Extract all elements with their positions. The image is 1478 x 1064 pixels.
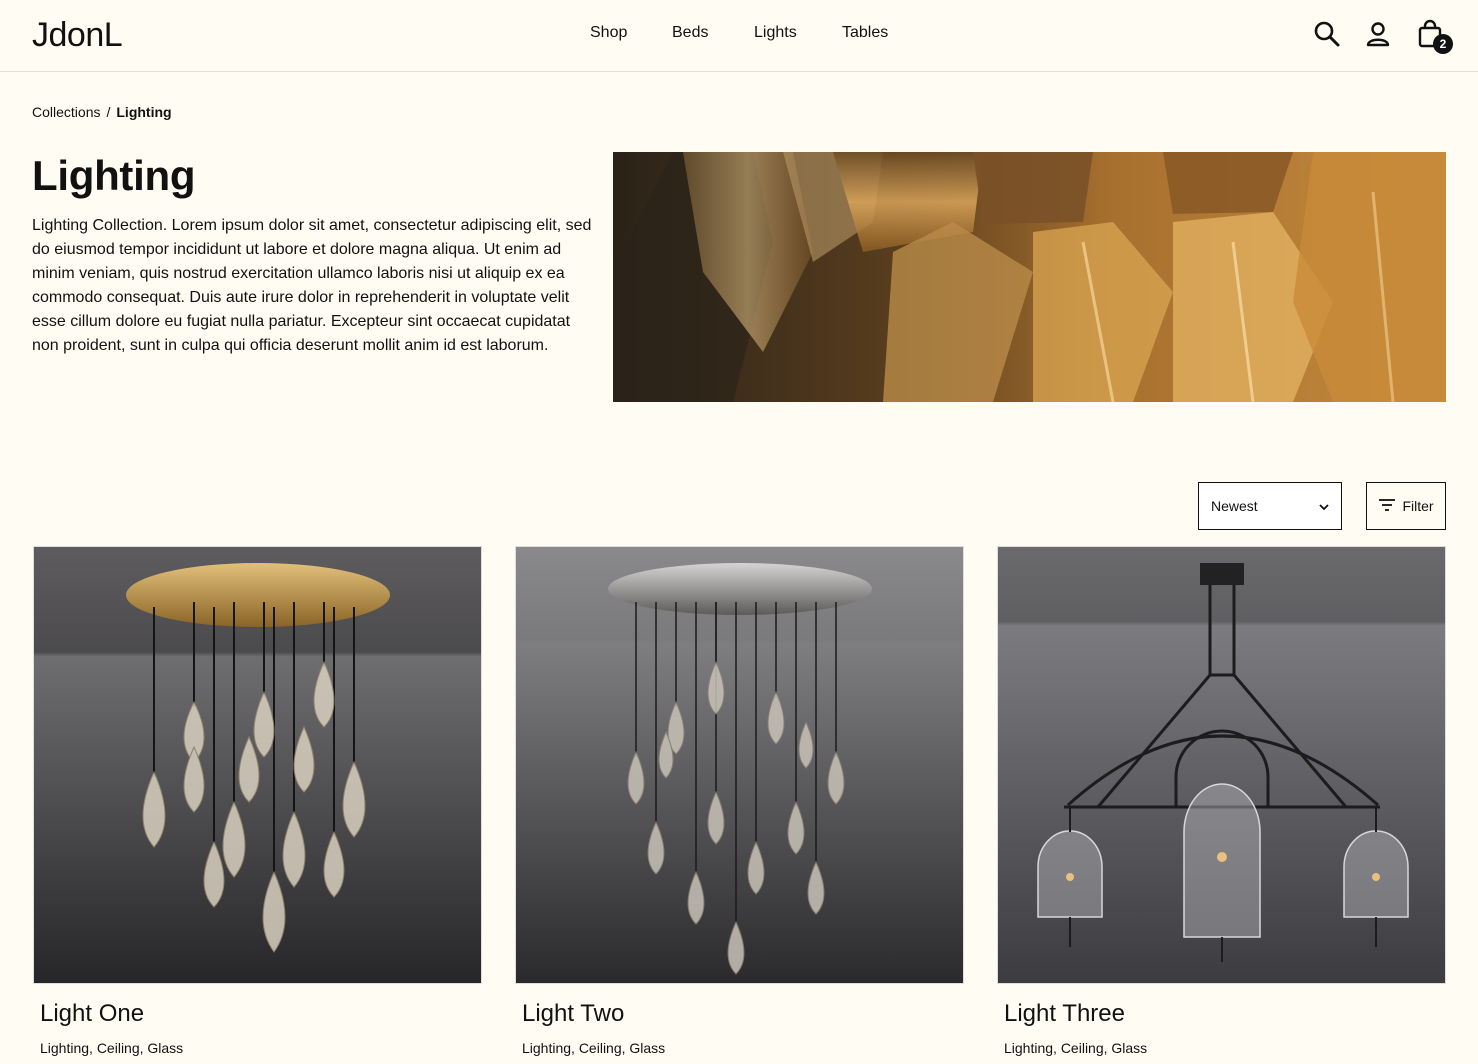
collection-hero-image xyxy=(613,152,1446,402)
product-tags: Lighting, Ceiling, Glass xyxy=(522,1040,666,1056)
nav-tables[interactable]: Tables xyxy=(842,24,888,42)
breadcrumb-separator: / xyxy=(106,104,111,120)
nav-lights[interactable]: Lights xyxy=(754,24,797,42)
account-icon[interactable] xyxy=(1364,18,1394,52)
breadcrumb-current: Lighting xyxy=(116,104,172,120)
chevron-down-icon xyxy=(1319,498,1329,514)
filter-label: Filter xyxy=(1402,498,1434,514)
main-nav: Shop Beds Lights Tables xyxy=(0,24,1478,48)
nav-shop[interactable]: Shop xyxy=(590,24,627,42)
product-name[interactable]: Light Three xyxy=(1004,1000,1446,1028)
product-card[interactable]: Light Two Lighting, Ceiling, Glass xyxy=(515,546,964,1056)
search-icon[interactable] xyxy=(1312,18,1342,52)
sort-select[interactable]: Newest xyxy=(1198,482,1342,530)
product-name[interactable]: Light Two xyxy=(522,1000,964,1028)
product-image[interactable] xyxy=(33,546,482,984)
product-image[interactable] xyxy=(515,546,964,984)
site-header: JdonL Shop Beds Lights Tables 2 xyxy=(0,0,1478,72)
filter-icon xyxy=(1378,498,1396,515)
product-tags: Lighting, Ceiling, Glass xyxy=(40,1040,184,1056)
nav-beds[interactable]: Beds xyxy=(672,24,708,42)
product-card[interactable]: Light Three Lighting, Ceiling, Glass xyxy=(997,546,1446,1056)
breadcrumb-collections[interactable]: Collections xyxy=(32,104,100,120)
breadcrumb: Collections / Lighting xyxy=(32,104,172,120)
sort-selected-value: Newest xyxy=(1211,498,1258,514)
product-tags: Lighting, Ceiling, Glass xyxy=(1004,1040,1148,1056)
collection-description: Lighting Collection. Lorem ipsum dolor s… xyxy=(32,217,592,354)
page-title: Lighting xyxy=(32,152,196,199)
product-card[interactable]: Light One Lighting, Ceiling, Glass xyxy=(33,546,482,1056)
product-image[interactable] xyxy=(997,546,1446,984)
product-name[interactable]: Light One xyxy=(40,1000,482,1028)
filter-button[interactable]: Filter xyxy=(1366,482,1446,530)
cart-count-badge: 2 xyxy=(1433,34,1453,54)
